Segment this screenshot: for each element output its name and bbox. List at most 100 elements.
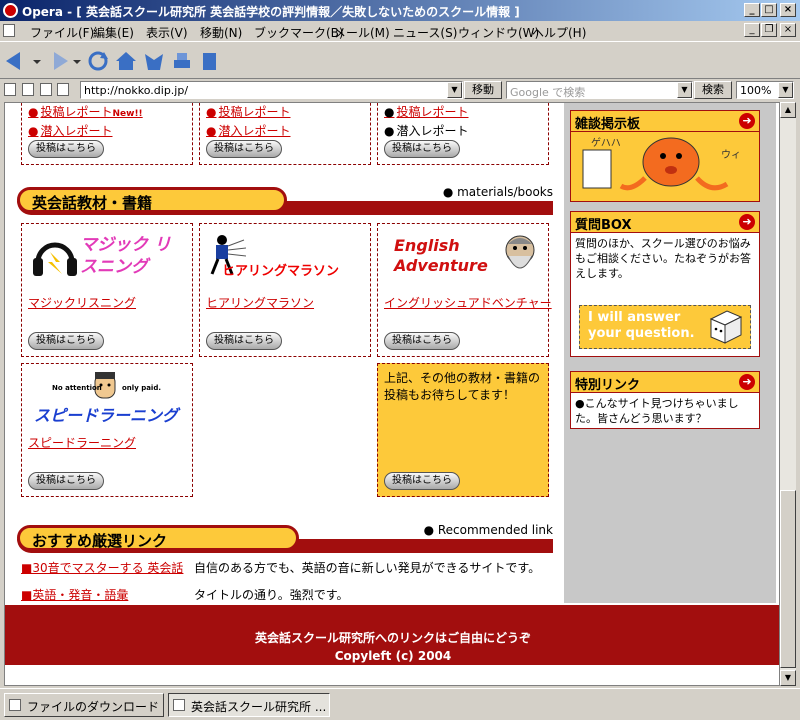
post-button[interactable]: 投稿はこちら <box>28 472 104 490</box>
menu-view[interactable]: 表示(V) <box>146 24 188 41</box>
mdi-minimize-button[interactable]: _ <box>744 23 760 37</box>
qa-box-header[interactable]: 質問BOX ➜ <box>570 211 760 233</box>
recommended-section-header: おすすめ厳選リンク ● Recommended link <box>17 523 553 553</box>
post-button[interactable]: 投稿はこちら <box>28 140 104 158</box>
footer-copyleft: Copyleft (c) 2004 <box>334 649 452 663</box>
recommended-link-1[interactable]: ■30音でマスターする 英会話 <box>21 559 183 576</box>
title-bar: Opera - [ 英会話スクール研究所 英会話学校の評判情報／失敗しないための… <box>0 0 800 21</box>
special-link-text[interactable]: ●こんなサイト見つけちゃいました。皆さんどう思います？ <box>570 393 760 429</box>
magic-listening-logo[interactable]: マジック リスニング <box>30 230 186 286</box>
post-button[interactable]: 投稿はこちら <box>206 140 282 158</box>
menu-bookmarks[interactable]: ブックマーク(B) <box>254 24 344 41</box>
english-adventure-logo[interactable]: English Adventure <box>382 230 546 286</box>
post-report-link[interactable]: 投稿レポート <box>384 103 468 120</box>
post-button[interactable]: 投稿はこちら <box>384 472 460 490</box>
scroll-up-button[interactable]: ▲ <box>780 102 796 118</box>
recommended-heading: おすすめ厳選リンク <box>17 525 299 551</box>
material-card-magic-listening: マジック リスニング マジックリスニング 投稿はこちら <box>21 223 193 357</box>
speed-learning-link[interactable]: スピードラーニング <box>28 434 136 451</box>
menu-window[interactable]: ウィンドウ(W) <box>458 24 539 41</box>
qa-box-body: 質問のほか、スクール選びのお悩みもご相談ください。たねぞうがお答えします。 I … <box>570 233 760 357</box>
page-icon <box>173 699 185 711</box>
menu-bar: ファイル(F) 編集(E) 表示(V) 移動(N) ブックマーク(B) メール(… <box>0 21 800 41</box>
download-tab-label: ファイルのダウンロード <box>27 700 160 714</box>
download-icon <box>9 699 21 711</box>
svg-text:ゲハハ: ゲハハ <box>591 137 621 149</box>
url-input[interactable]: http://nokko.dip.jp/ <box>80 81 463 99</box>
other-materials-text: 上記、その他の教材・書籍の投稿もお待ちしてます！ <box>384 371 541 402</box>
reload-icon[interactable] <box>86 50 110 72</box>
post-button[interactable]: 投稿はこちら <box>384 140 460 158</box>
infiltration-report-link[interactable]: 潜入レポート <box>206 122 290 139</box>
back-arrow-icon[interactable] <box>4 50 28 72</box>
special-link-header[interactable]: 特別リンク ➜ <box>570 371 760 393</box>
recommended-subtitle: ● Recommended link <box>423 523 553 537</box>
print-icon[interactable] <box>170 50 194 72</box>
infiltration-report-link[interactable]: 潜入レポート <box>28 122 112 139</box>
report-card-3: 投稿レポート 潜入レポート 投稿はこちら <box>377 103 549 165</box>
forward-arrow-icon[interactable] <box>46 50 70 72</box>
speed-learning-logo[interactable]: No attention only paid. スピードラーニング <box>26 368 190 426</box>
document-icon <box>3 24 15 37</box>
headphones-icon <box>33 242 77 276</box>
arrow-right-icon[interactable]: ➜ <box>739 113 755 129</box>
new-page-icon[interactable] <box>198 50 222 72</box>
recommended-link-2[interactable]: ■英語・発音・語彙 <box>21 586 128 603</box>
other-materials-card: 上記、その他の教材・書籍の投稿もお待ちしてます！ 投稿はこちら <box>377 363 549 497</box>
maximize-button[interactable]: □ <box>761 3 777 17</box>
post-button[interactable]: 投稿はこちら <box>206 332 282 350</box>
security-icon[interactable] <box>4 83 16 96</box>
site-icon[interactable] <box>57 83 69 96</box>
minimize-button[interactable]: _ <box>744 3 760 17</box>
board-title: 雑談掲示板 <box>575 117 641 132</box>
board-box-header[interactable]: 雑談掲示板 ➜ <box>570 110 760 132</box>
url-dropdown-button[interactable]: ▼ <box>447 82 462 98</box>
page-tab-bar: ファイルのダウンロード 英会話スクール研究所 ... <box>0 688 800 720</box>
old-man-portrait-icon <box>505 235 535 269</box>
new-badge: New!! <box>112 109 143 119</box>
post-report-link[interactable]: 投稿レポートNew!! <box>28 103 143 120</box>
search-button[interactable]: 検索 <box>694 81 732 99</box>
mdi-close-button[interactable]: × <box>780 23 796 37</box>
cube-mascot-icon <box>709 310 743 344</box>
hearing-marathon-logo[interactable]: ヒアリングマラソン <box>204 230 364 286</box>
page-icon[interactable] <box>40 83 52 96</box>
zoom-dropdown[interactable]: ▼ <box>778 82 793 98</box>
hearing-marathon-link[interactable]: ヒアリングマラソン <box>206 294 314 311</box>
search-input[interactable]: Google で検索 <box>506 81 693 99</box>
english-adventure-link[interactable]: イングリッシュアドベンチャー <box>384 294 552 311</box>
search-engine-dropdown[interactable]: ▼ <box>677 82 692 98</box>
go-button[interactable]: 移動 <box>464 81 502 99</box>
scroll-down-button[interactable]: ▼ <box>780 670 796 686</box>
vertical-scrollbar[interactable]: ▲ ▼ <box>780 102 796 686</box>
home-icon[interactable] <box>114 50 138 72</box>
scroll-thumb[interactable] <box>780 490 796 668</box>
materials-section-header: 英会話教材・書籍 ● materials/books <box>17 185 553 215</box>
board-banner[interactable]: ゲハハ ウィ <box>570 132 760 202</box>
magic-listening-link[interactable]: マジックリスニング <box>28 294 136 311</box>
menu-navigate[interactable]: 移動(N) <box>200 24 242 41</box>
post-button[interactable]: 投稿はこちら <box>384 332 460 350</box>
menu-edit[interactable]: 編集(E) <box>93 24 134 41</box>
qa-title: 質問BOX <box>575 218 632 233</box>
active-page-tab[interactable]: 英会話スクール研究所 ... <box>168 693 330 717</box>
post-button[interactable]: 投稿はこちら <box>28 332 104 350</box>
back-dropdown-icon[interactable] <box>32 50 42 72</box>
hotlist-icon[interactable] <box>142 50 166 72</box>
arrow-right-icon[interactable]: ➜ <box>739 374 755 390</box>
recommended-desc-1: 自信のある方でも、英語の音に新しい発見ができるサイトです。 <box>194 561 541 575</box>
cookie-icon[interactable] <box>22 83 34 96</box>
close-button[interactable]: × <box>780 3 796 17</box>
menu-help[interactable]: ヘルプ(H) <box>532 24 586 41</box>
post-report-link[interactable]: 投稿レポート <box>206 103 290 120</box>
material-card-hearing-marathon: ヒアリングマラソン ヒアリングマラソン 投稿はこちら <box>199 223 371 357</box>
arrow-right-icon[interactable]: ➜ <box>739 214 755 230</box>
mdi-restore-button[interactable]: ❐ <box>761 23 777 37</box>
menu-mail[interactable]: メール(M) <box>334 24 390 41</box>
window-title: Opera - [ 英会話スクール研究所 英会話学校の評判情報／失敗しないための… <box>22 5 520 19</box>
forward-dropdown-icon[interactable] <box>72 50 82 72</box>
menu-news[interactable]: ニュース(S) <box>393 24 457 41</box>
materials-heading: 英会話教材・書籍 <box>17 187 287 213</box>
menu-file[interactable]: ファイル(F) <box>30 24 94 41</box>
download-tab[interactable]: ファイルのダウンロード <box>4 693 164 717</box>
